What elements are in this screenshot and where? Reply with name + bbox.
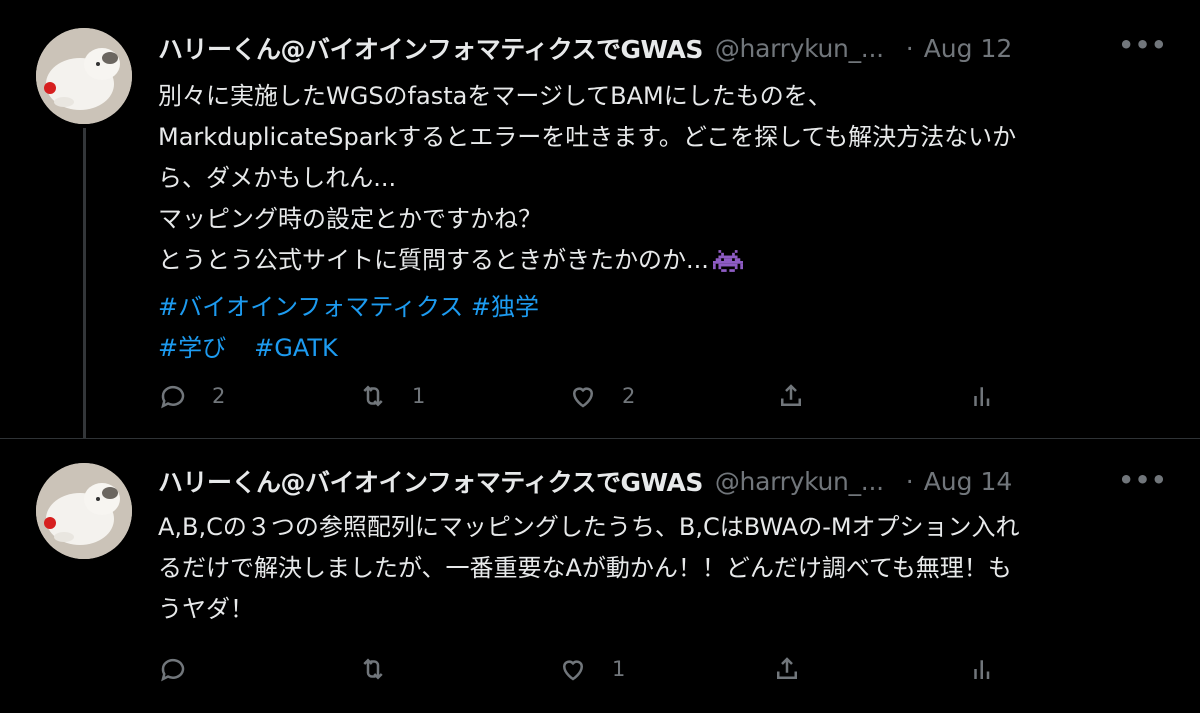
timestamp[interactable]: Aug 12 [924, 34, 1013, 63]
like-count: 2 [622, 384, 636, 408]
reply-button[interactable] [158, 649, 212, 689]
display-name[interactable]: ハリーくん@バイオインフォマティクスでGWAS [158, 30, 703, 66]
text-line: 別々に実施したWGSのfastaをマージしてBAMにしたものを、 [158, 82, 832, 110]
tweet-header: ハリーくん@バイオインフォマティクスでGWAS @harrykun_... · … [158, 461, 1180, 501]
retweet-icon [363, 385, 383, 407]
tweet[interactable]: ハリーくん@バイオインフォマティクスでGWAS @harrykun_... · … [0, 0, 1200, 472]
more-options-icon[interactable]: ••• [1118, 465, 1166, 495]
action-bar: 1 [158, 649, 1200, 689]
hashtag-line: #バイオインフォマティクス #独学 [158, 287, 1168, 328]
timestamp[interactable]: Aug 14 [924, 467, 1013, 496]
tweet-header: ハリーくん@バイオインフォマティクスでGWAS @harrykun_... · … [158, 28, 1180, 68]
action-bar: 2 1 2 [158, 376, 1200, 416]
avatar[interactable] [36, 463, 132, 559]
analytics-button[interactable] [968, 649, 998, 689]
tweet[interactable]: ハリーくん@バイオインフォマティクスでGWAS @harrykun_... · … [0, 438, 1200, 713]
like-button[interactable]: 2 [568, 376, 635, 416]
hashtag-line: #学び #GATK [158, 328, 1168, 369]
text-line: MarkduplicateSparkするとエラーを吐きます。どこを探しても解決方… [158, 123, 1017, 151]
handle[interactable]: @harrykun_... [715, 467, 884, 496]
hashtag-link[interactable]: #バイオインフォマティクス [158, 293, 463, 321]
space-invader-icon [712, 246, 743, 287]
display-name[interactable]: ハリーくん@バイオインフォマティクスでGWAS [158, 463, 703, 499]
hashtag-link[interactable]: #独学 [471, 293, 539, 321]
tweet-text: A,B,Cの３つの参照配列にマッピングしたうち、B,CはBWAの-Mオプション入… [158, 507, 1168, 630]
text-line: ら、ダメかもしれん... [158, 164, 397, 192]
text-line: うヤダ！ [158, 595, 254, 623]
text-span: とうとう公式サイトに質問するときがきたかのか... [158, 246, 709, 274]
tweet-text: 別々に実施したWGSのfastaをマージしてBAMにしたものを、 Markdup… [158, 76, 1168, 369]
avatar[interactable] [36, 28, 132, 124]
share-icon [781, 384, 801, 406]
analytics-icon [974, 660, 990, 679]
text-line: るだけで解決しましたが、一番重要なAが動かん！！どんだけ調べても無理！も [158, 554, 1012, 582]
text-line: A,B,Cの３つの参照配列にマッピングしたうち、B,CはBWAの-Mオプション入… [158, 513, 1020, 541]
text-line: とうとう公式サイトに質問するときがきたかのか... [158, 240, 1168, 287]
retweet-count: 1 [412, 384, 426, 408]
reply-icon [161, 658, 185, 682]
share-icon [777, 657, 797, 679]
heart-icon [572, 387, 594, 408]
thread-line [83, 128, 86, 472]
text-line: マッピング時の設定とかですかね？ [158, 205, 542, 233]
like-count: 1 [612, 657, 626, 681]
hashtag-link[interactable]: #GATK [254, 334, 338, 362]
share-button[interactable] [772, 649, 802, 689]
reply-count: 2 [212, 384, 226, 408]
analytics-icon [974, 387, 990, 406]
share-button[interactable] [776, 376, 806, 416]
separator-dot: · [905, 33, 914, 63]
more-options-icon[interactable]: ••• [1118, 30, 1166, 60]
retweet-button[interactable] [358, 649, 412, 689]
handle[interactable]: @harrykun_... [715, 34, 884, 63]
like-button[interactable]: 1 [558, 649, 625, 689]
retweet-button[interactable]: 1 [358, 376, 425, 416]
retweet-icon [363, 658, 383, 680]
reply-icon [161, 385, 185, 409]
heart-icon [562, 660, 584, 681]
hashtag-link[interactable]: #学び [158, 334, 226, 362]
separator-dot: · [905, 466, 914, 496]
analytics-button[interactable] [968, 376, 998, 416]
reply-button[interactable]: 2 [158, 376, 225, 416]
